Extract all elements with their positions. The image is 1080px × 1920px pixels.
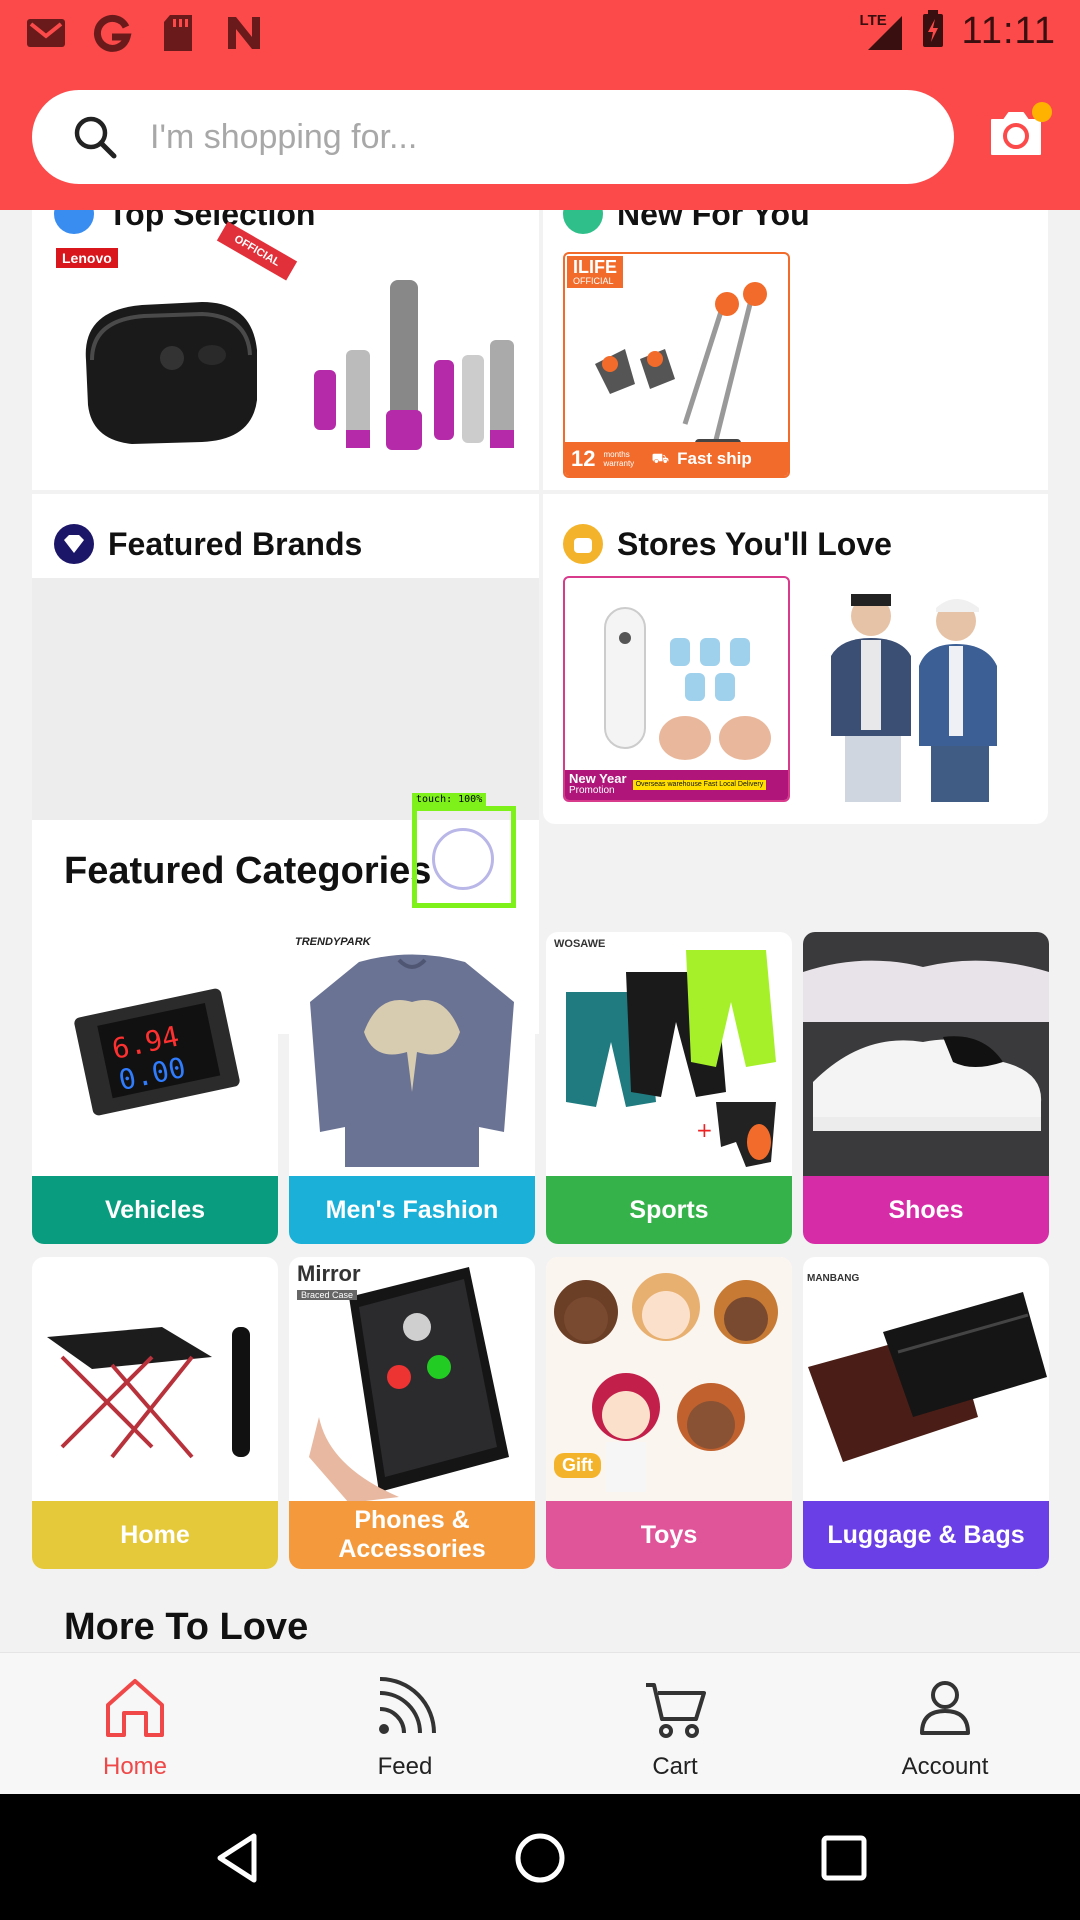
diamond-icon: [54, 524, 94, 564]
warranty-banner: 12 months warranty ⛟ Fast ship: [565, 442, 788, 476]
featured-brands-header: Featured Brands: [54, 524, 362, 564]
new-for-you-badge-icon: [563, 210, 603, 234]
nav-home[interactable]: Home: [0, 1653, 270, 1795]
category-label: Phones & Accessories: [289, 1501, 535, 1569]
stores-header: Stores You'll Love: [563, 524, 892, 564]
nav-cart[interactable]: Cart: [540, 1653, 810, 1795]
promo-line1: New Year: [569, 771, 627, 786]
system-navigation-bar: [0, 1794, 1080, 1920]
blackhead-remover-icon: [604, 607, 771, 760]
touch-indicator-label: touch: 100%: [412, 793, 487, 806]
new-for-you-title: New For You: [617, 210, 810, 232]
store-bag-icon: [563, 524, 603, 564]
truck-icon: ⛟: [651, 449, 670, 466]
category-sports[interactable]: WOSAWE + Sports: [546, 932, 792, 1244]
home-circle-icon[interactable]: [512, 1830, 568, 1886]
n-icon: [224, 14, 264, 52]
category-luggage-bags[interactable]: MANBANG Luggage & Bags: [803, 1257, 1049, 1569]
recents-icon[interactable]: [816, 1830, 872, 1886]
nav-feed[interactable]: Feed: [270, 1653, 540, 1795]
status-bar: LTE 11:11: [0, 0, 1080, 66]
hair-styler-set-icon: [314, 280, 514, 450]
denim-jackets-product-image[interactable]: [801, 576, 1028, 802]
app-screen: LTE 11:11 Top Selection: [0, 0, 1080, 1920]
top-selection-card[interactable]: Top Selection Lenovo OFFICIAL: [32, 210, 539, 490]
top-selection-title: Top Selection: [108, 210, 316, 232]
gift-tag: Gift: [554, 1453, 601, 1478]
stores-title: Stores You'll Love: [617, 525, 892, 562]
new-year-banner: New Year Promotion Overseas warehouse Fa…: [565, 770, 788, 800]
header: LTE 11:11: [0, 0, 1080, 210]
mirror-brand: Mirror Braced Case: [297, 1263, 361, 1303]
bottom-navigation: Home Feed Cart Account: [0, 1652, 1080, 1794]
category-vehicles[interactable]: 6.94 0.00 Vehicles: [32, 932, 278, 1244]
search-input[interactable]: [150, 117, 850, 157]
touch-ripple: [432, 828, 494, 890]
vacuum-product-image[interactable]: ILIFE OFFICIAL 12 months warranty ⛟ Fast…: [563, 252, 790, 478]
two-models-denim-icon: [831, 594, 997, 802]
nav-feed-label: Feed: [377, 1753, 433, 1780]
search-icon[interactable]: [72, 114, 118, 160]
featured-categories-title: Featured Categories: [64, 850, 432, 892]
lte-signal-icon: LTE: [860, 12, 904, 52]
featured-brands-placeholder: [32, 578, 539, 820]
category-label: Home: [32, 1501, 278, 1569]
new-for-you-card[interactable]: New For You ILIFE OFFICIAL 12 months war…: [543, 210, 1048, 490]
nav-account-label: Account: [901, 1753, 989, 1780]
feed-icon: [379, 1677, 436, 1734]
sd-card-icon: [158, 14, 198, 52]
leather-wallets-icon: [808, 1292, 1047, 1462]
category-mens-fashion[interactable]: TRENDYPARK Men's Fashion: [289, 932, 535, 1244]
category-home[interactable]: Home: [32, 1257, 278, 1569]
home-icon: [106, 1679, 164, 1737]
category-label: Luggage & Bags: [803, 1501, 1049, 1569]
cart-icon: [646, 1683, 706, 1738]
category-label: Men's Fashion: [289, 1176, 535, 1244]
home-feed[interactable]: Top Selection Lenovo OFFICIAL New For Yo…: [0, 210, 1080, 1652]
status-time: 11:11: [961, 10, 1056, 52]
category-shoes[interactable]: Shoes: [803, 932, 1049, 1244]
folding-table-icon: [47, 1327, 250, 1459]
notification-dot: [1032, 102, 1052, 122]
sneakers-icon: [803, 932, 1049, 1178]
account-icon: [920, 1681, 970, 1735]
warranty-months: 12: [571, 446, 596, 471]
more-to-love-title: More To Love: [64, 1606, 309, 1648]
warranty-label: months warranty: [603, 450, 635, 468]
nav-account[interactable]: Account: [810, 1653, 1080, 1795]
nav-home-label: Home: [102, 1753, 168, 1780]
category-label: Sports: [546, 1176, 792, 1244]
category-toys[interactable]: Gift Toys: [546, 1257, 792, 1569]
butterfly-sweater-icon: [310, 954, 514, 1167]
lenovo-tag: Lenovo: [56, 248, 118, 268]
earbuds-product-image[interactable]: Lenovo: [52, 240, 292, 470]
fast-ship-label: Fast ship: [677, 449, 752, 468]
pore-vacuum-product-image[interactable]: New Year Promotion Overseas warehouse Fa…: [563, 576, 790, 802]
cycling-shorts-icon: +: [566, 950, 776, 1167]
featured-brands-title: Featured Brands: [108, 525, 363, 562]
hair-styler-product-image[interactable]: [294, 260, 524, 470]
category-label: Shoes: [803, 1176, 1049, 1244]
category-label: Toys: [546, 1501, 792, 1569]
top-selection-badge-icon: [54, 210, 94, 234]
svg-text:+: +: [696, 1118, 713, 1142]
nav-cart-label: Cart: [652, 1753, 698, 1780]
battery-icon: [922, 10, 944, 53]
new-for-you-header: New For You: [563, 210, 810, 234]
stores-card[interactable]: Stores You'll Love New Year Promotion Ov…: [543, 494, 1048, 824]
search-bar[interactable]: [32, 90, 954, 184]
category-label: Vehicles: [32, 1176, 278, 1244]
back-icon[interactable]: [210, 1830, 266, 1886]
g-icon: [92, 14, 132, 52]
mirror-brand-name: Mirror: [297, 1261, 361, 1286]
earbuds-case-icon: [85, 302, 257, 444]
promo-line2: Promotion: [569, 785, 615, 796]
mirror-brand-sub: Braced Case: [297, 1290, 358, 1300]
voltmeter-icon: 6.94 0.00: [74, 988, 240, 1116]
category-phones-accessories[interactable]: Mirror Braced Case Phones & Accessories: [289, 1257, 535, 1569]
promo-small: Overseas warehouse Fast Local Delivery: [632, 780, 767, 790]
top-selection-header: Top Selection: [54, 210, 315, 234]
gmail-icon: [26, 14, 66, 52]
